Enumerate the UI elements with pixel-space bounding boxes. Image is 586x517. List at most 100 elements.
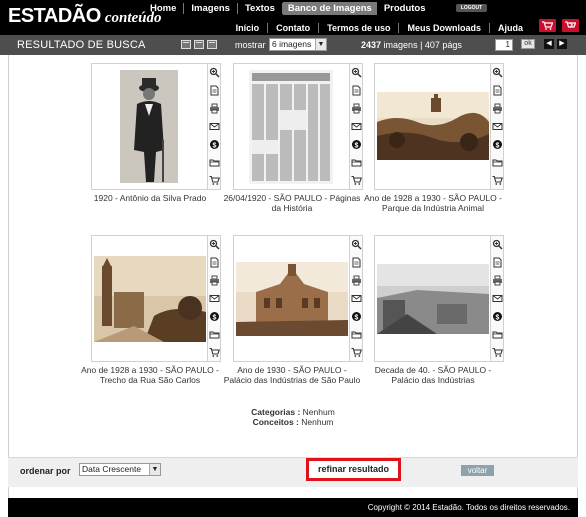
per-page-select[interactable]: 6 imagens ▼	[269, 38, 327, 51]
cart-icon[interactable]	[351, 175, 362, 186]
nav-textos[interactable]: Textos	[238, 3, 283, 14]
cart-icon[interactable]	[492, 347, 503, 358]
folder-icon[interactable]	[209, 329, 220, 340]
price-icon[interactable]: $	[209, 311, 220, 322]
cart-icon[interactable]	[209, 175, 220, 186]
nav-home[interactable]: Home	[143, 3, 185, 14]
page-number-input[interactable]: 1	[495, 39, 513, 51]
photo-thumbnail	[377, 92, 489, 160]
price-icon[interactable]: $	[351, 139, 362, 150]
nav-meus-downloads[interactable]: Meus Downloads	[399, 22, 490, 33]
photo-thumbnail	[94, 256, 206, 342]
price-icon[interactable]: $	[492, 311, 503, 322]
card-caption: 1920 - Antônio da Silva Prado	[93, 193, 207, 203]
document-icon[interactable]	[351, 257, 362, 268]
prev-page-icon[interactable]: ◀	[544, 39, 554, 49]
back-button[interactable]: voltar	[461, 465, 494, 476]
list-view-icon[interactable]	[194, 40, 204, 49]
card-actions: $	[491, 63, 504, 190]
print-icon[interactable]	[492, 275, 503, 286]
card-actions: $	[491, 235, 504, 362]
cart-checkout-button[interactable]	[562, 19, 579, 32]
email-icon[interactable]	[492, 293, 503, 304]
print-icon[interactable]	[351, 103, 362, 114]
logout-button[interactable]: LOGOUT	[456, 4, 487, 12]
estadao-conteudo-logo[interactable]: ESTADÃO conteúdo	[8, 5, 161, 28]
thumbnail-frame[interactable]	[233, 235, 350, 362]
top-header: ESTADÃO conteúdo Home Imagens Textos Banc…	[0, 0, 586, 35]
cart-button[interactable]	[539, 19, 556, 32]
nav-banco-de-imagens[interactable]: Banco de Imagens	[282, 2, 377, 15]
price-icon[interactable]: $	[351, 311, 362, 322]
document-icon[interactable]	[209, 85, 220, 96]
photo-thumbnail	[249, 70, 333, 184]
detail-view-icon[interactable]	[207, 40, 217, 49]
cart-icon[interactable]	[492, 175, 503, 186]
primary-nav: Home Imagens Textos Banco de Imagens Pro…	[143, 2, 433, 15]
sort-bar: ordenar por Data Crescente ▼ refinar res…	[8, 457, 578, 487]
price-icon[interactable]: $	[209, 139, 220, 150]
zoom-icon[interactable]	[209, 67, 220, 78]
next-page-icon[interactable]: ▶	[557, 39, 567, 49]
sort-order-select[interactable]: Data Crescente ▼	[79, 463, 161, 476]
chevron-down-icon: ▼	[315, 39, 326, 50]
refine-results-button[interactable]: refinar resultado	[306, 458, 401, 481]
nav-contato[interactable]: Contato	[268, 22, 320, 33]
cart-icon[interactable]	[209, 347, 220, 358]
folder-icon[interactable]	[351, 329, 362, 340]
cart-icon[interactable]	[351, 347, 362, 358]
email-icon[interactable]	[209, 293, 220, 304]
card-caption: Ano de 1928 a 1930 - SÃO PAULO - Trecho …	[81, 365, 219, 385]
photo-thumbnail	[120, 70, 178, 183]
secondary-nav: Início Contato Termos de uso Meus Downlo…	[228, 22, 531, 33]
svg-text:$: $	[496, 314, 500, 321]
email-icon[interactable]	[351, 121, 362, 132]
folder-icon[interactable]	[209, 157, 220, 168]
card-actions: $	[208, 63, 221, 190]
categorias-line: Categorias : Nenhum	[0, 407, 586, 417]
print-icon[interactable]	[209, 275, 220, 286]
nav-termos-de-uso[interactable]: Termos de uso	[319, 22, 400, 33]
copyright-text: Copyright © 2014 Estadão. Todos os direi…	[367, 503, 570, 512]
conceitos-label: Conceitos :	[252, 417, 299, 427]
document-icon[interactable]	[351, 85, 362, 96]
print-icon[interactable]	[492, 103, 503, 114]
folder-icon[interactable]	[351, 157, 362, 168]
zoom-icon[interactable]	[209, 239, 220, 250]
nav-ajuda[interactable]: Ajuda	[490, 23, 531, 33]
thumbnail-frame[interactable]	[374, 235, 491, 362]
card-caption: Ano de 1928 a 1930 - SÃO PAULO - Parque …	[364, 193, 502, 213]
grid-view-icon[interactable]	[181, 40, 191, 49]
nav-produtos[interactable]: Produtos	[377, 3, 433, 14]
results-count: 2437 imagens | 407 págs	[361, 40, 462, 50]
per-page-label: mostrar	[235, 40, 266, 50]
price-icon[interactable]: $	[492, 139, 503, 150]
nav-imagens[interactable]: Imagens	[184, 3, 238, 14]
thumbnail-frame[interactable]	[91, 235, 208, 362]
thumbnail-frame[interactable]	[374, 63, 491, 190]
go-page-button[interactable]: ok	[521, 39, 535, 49]
thumbnail-frame[interactable]	[233, 63, 350, 190]
zoom-icon[interactable]	[351, 239, 362, 250]
card-caption: Ano de 1930 - SÃO PAULO - Palácio das In…	[223, 365, 361, 385]
document-icon[interactable]	[209, 257, 220, 268]
folder-icon[interactable]	[492, 157, 503, 168]
document-icon[interactable]	[492, 85, 503, 96]
nav-inicio[interactable]: Início	[228, 22, 269, 33]
folder-icon[interactable]	[492, 329, 503, 340]
print-icon[interactable]	[209, 103, 220, 114]
email-icon[interactable]	[492, 121, 503, 132]
zoom-icon[interactable]	[492, 67, 503, 78]
zoom-icon[interactable]	[492, 239, 503, 250]
sort-order-value: Data Crescente	[82, 464, 142, 474]
card-caption: 26/04/1920 - SÃO PAULO - Páginas da Hist…	[223, 193, 361, 213]
svg-text:$: $	[355, 314, 359, 321]
email-icon[interactable]	[209, 121, 220, 132]
svg-text:$: $	[496, 142, 500, 149]
email-icon[interactable]	[351, 293, 362, 304]
zoom-icon[interactable]	[351, 67, 362, 78]
svg-text:$: $	[213, 314, 217, 321]
document-icon[interactable]	[492, 257, 503, 268]
thumbnail-frame[interactable]	[91, 63, 208, 190]
print-icon[interactable]	[351, 275, 362, 286]
